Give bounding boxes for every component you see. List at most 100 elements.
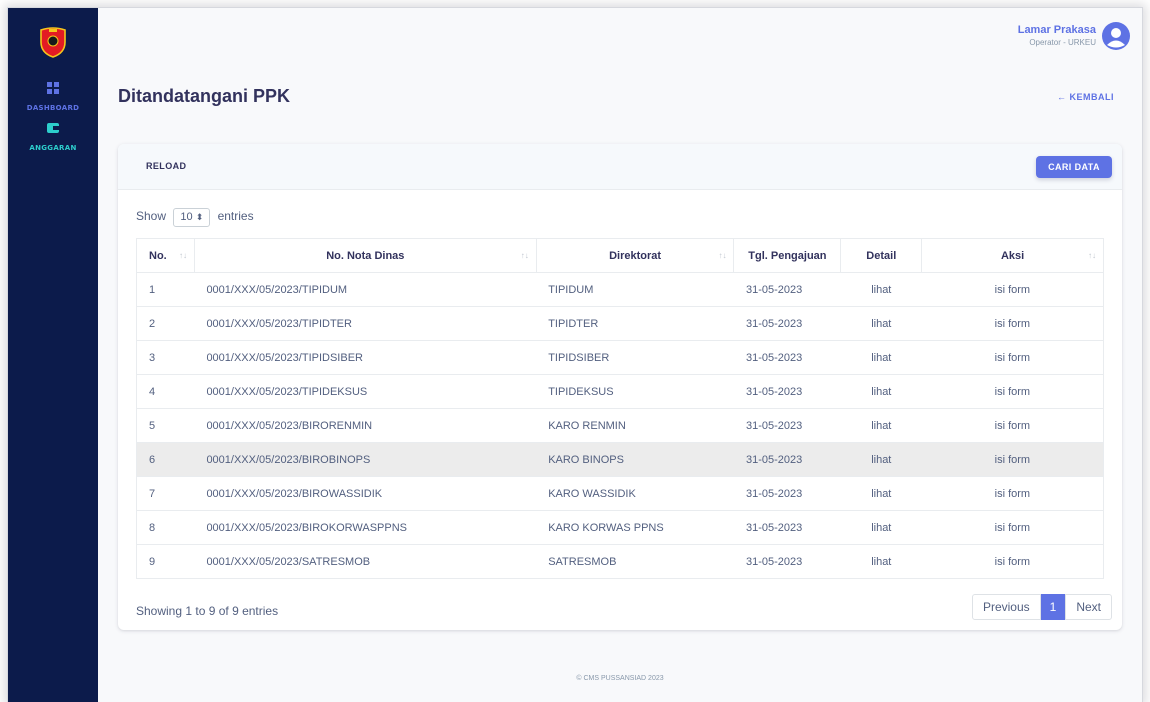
- row-tanggal: 31-05-2023: [733, 272, 841, 307]
- row-detail-link[interactable]: lihat: [840, 510, 922, 545]
- sort-icon: ↑↓: [178, 251, 187, 260]
- row-number: 4: [136, 374, 195, 409]
- table-info: Showing 1 to 9 of 9 entries: [136, 604, 279, 618]
- entries-length-control: Show 10 ⬍ entries: [136, 208, 254, 227]
- pagination-previous-button[interactable]: Previous: [971, 594, 1041, 620]
- row-nota-dinas: 0001/XXX/05/2023/TIPIDSIBER: [194, 340, 537, 375]
- entries-select[interactable]: 10 ⬍: [173, 208, 211, 227]
- row-aksi-link[interactable]: isi form: [921, 340, 1104, 375]
- row-nota-dinas: 0001/XXX/05/2023/BIROBINOPS: [194, 442, 537, 477]
- column-header-nota[interactable]: No. Nota Dinas ↑↓: [193, 238, 537, 273]
- table-row: 4 0001/XXX/05/2023/TIPIDEKSUS TIPIDEKSUS 31…: [136, 374, 1104, 409]
- column-header-direktorat[interactable]: Direktorat ↑↓: [535, 238, 735, 273]
- row-tanggal: 31-05-2023: [733, 442, 841, 477]
- back-link[interactable]: ← KEMBALI: [1057, 92, 1114, 102]
- table-row: 2 0001/XXX/05/2023/TIPIDTER TIPIDTER 31-05-…: [136, 306, 1104, 341]
- app-window: DASHBOARD ANGGARAN Lamar Prakasa Operato…: [8, 8, 1142, 702]
- column-header-tgl[interactable]: Tgl. Pengajuan: [733, 238, 842, 273]
- row-tanggal: 31-05-2023: [733, 340, 841, 375]
- row-aksi-link[interactable]: isi form: [921, 374, 1104, 409]
- sidebar: DASHBOARD ANGGARAN: [8, 8, 98, 702]
- row-detail-link[interactable]: lihat: [840, 374, 922, 409]
- row-number: 7: [136, 476, 195, 511]
- search-data-button[interactable]: CARI DATA: [1036, 156, 1112, 178]
- row-nota-dinas: 0001/XXX/05/2023/BIROWASSIDIK: [194, 476, 537, 511]
- row-tanggal: 31-05-2023: [733, 374, 841, 409]
- row-direktorat: TIPIDTER: [536, 306, 734, 341]
- data-card: RELOAD CARI DATA Show 10 ⬍ entries No. ↑↓…: [118, 144, 1122, 630]
- pagination-page-button[interactable]: 1: [1040, 594, 1066, 620]
- table-row: 8 0001/XXX/05/2023/BIROKORWASPPNS KARO KOR…: [136, 510, 1104, 545]
- row-aksi-link[interactable]: isi form: [921, 272, 1104, 307]
- row-direktorat: KARO WASSIDIK: [536, 476, 734, 511]
- row-nota-dinas: 0001/XXX/05/2023/BIROKORWASPPNS: [194, 510, 537, 545]
- sidebar-item-anggaran[interactable]: ANGGARAN: [8, 122, 98, 155]
- police-emblem-logo: [40, 27, 66, 58]
- row-number: 6: [136, 442, 195, 477]
- row-tanggal: 31-05-2023: [733, 544, 841, 579]
- row-detail-link[interactable]: lihat: [840, 272, 922, 307]
- row-aksi-link[interactable]: isi form: [921, 544, 1104, 579]
- row-aksi-link[interactable]: isi form: [921, 442, 1104, 477]
- row-nota-dinas: 0001/XXX/05/2023/TIPIDUM: [194, 272, 537, 307]
- user-name[interactable]: Lamar Prakasa: [1018, 24, 1096, 36]
- wallet-icon: [47, 123, 59, 133]
- row-direktorat: TIPIDSIBER: [536, 340, 734, 375]
- table-row: 9 0001/XXX/05/2023/SATRESMOB SATRESMOB 31-0…: [136, 544, 1104, 579]
- row-direktorat: TIPIDEKSUS: [536, 374, 734, 409]
- footer-copyright: © CMS PUSSANSIAD 2023: [576, 675, 664, 682]
- row-number: 9: [136, 544, 195, 579]
- row-number: 5: [136, 408, 195, 443]
- row-tanggal: 31-05-2023: [733, 306, 841, 341]
- sidebar-item-label: ANGGARAN: [29, 144, 77, 152]
- card-header: RELOAD CARI DATA: [118, 144, 1122, 190]
- row-number: 3: [136, 340, 195, 375]
- top-navbar: Lamar Prakasa Operator - URKEU: [98, 8, 1142, 60]
- table-row: 6 0001/XXX/05/2023/BIROBINOPS KARO BINOPS 3…: [136, 442, 1104, 477]
- user-avatar-icon[interactable]: [1102, 22, 1130, 50]
- column-header-detail[interactable]: Detail: [840, 238, 923, 273]
- row-aksi-link[interactable]: isi form: [921, 510, 1104, 545]
- sort-icon: ↑↓: [1088, 251, 1096, 260]
- table-row: 7 0001/XXX/05/2023/BIROWASSIDIK KARO WASSI…: [136, 476, 1104, 511]
- row-number: 1: [136, 272, 195, 307]
- row-detail-link[interactable]: lihat: [840, 408, 922, 443]
- table-body: 1 0001/XXX/05/2023/TIPIDUM TIPIDUM 31-05-20…: [136, 272, 1104, 579]
- row-direktorat: KARO RENMIN: [536, 408, 734, 443]
- sort-icon: ↑↓: [718, 251, 727, 260]
- page-title: Ditandatangani PPK: [118, 86, 291, 106]
- table-row: 1 0001/XXX/05/2023/TIPIDUM TIPIDUM 31-05-20…: [136, 272, 1104, 307]
- row-tanggal: 31-05-2023: [733, 408, 841, 443]
- row-nota-dinas: 0001/XXX/05/2023/TIPIDEKSUS: [194, 374, 537, 409]
- row-direktorat: SATRESMOB: [536, 544, 734, 579]
- length-suffix: entries: [217, 209, 254, 223]
- table-row: 5 0001/XXX/05/2023/BIRORENMIN KARO RENMIN 3…: [136, 408, 1104, 443]
- table-row: 3 0001/XXX/05/2023/TIPIDSIBER TIPIDSIBER 31…: [136, 340, 1104, 375]
- row-aksi-link[interactable]: isi form: [921, 306, 1104, 341]
- data-table: No. ↑↓ No. Nota Dinas ↑↓ Direktorat ↑↓ Tgl.…: [136, 238, 1104, 579]
- row-detail-link[interactable]: lihat: [840, 544, 922, 579]
- pagination: Previous 1 Next: [971, 594, 1112, 620]
- row-tanggal: 31-05-2023: [733, 476, 841, 511]
- row-nota-dinas: 0001/XXX/05/2023/SATRESMOB: [194, 544, 537, 579]
- sort-icon: ↑↓: [520, 251, 529, 260]
- row-nota-dinas: 0001/XXX/05/2023/TIPIDTER: [194, 306, 537, 341]
- row-detail-link[interactable]: lihat: [840, 340, 922, 375]
- pagination-next-button[interactable]: Next: [1065, 594, 1112, 620]
- row-detail-link[interactable]: lihat: [840, 306, 922, 341]
- row-direktorat: KARO BINOPS: [536, 442, 734, 477]
- select-arrows-icon: ⬍: [195, 212, 204, 222]
- row-aksi-link[interactable]: isi form: [921, 408, 1104, 443]
- column-header-aksi[interactable]: Aksi ↑↓: [921, 238, 1104, 273]
- row-detail-link[interactable]: lihat: [840, 442, 922, 477]
- row-aksi-link[interactable]: isi form: [921, 476, 1104, 511]
- column-header-no[interactable]: No. ↑↓: [136, 238, 195, 273]
- user-role: Operator - URKEU: [1029, 38, 1096, 47]
- table-header-row: No. ↑↓ No. Nota Dinas ↑↓ Direktorat ↑↓ Tgl.…: [136, 238, 1104, 273]
- sidebar-item-dashboard[interactable]: DASHBOARD: [8, 82, 98, 115]
- length-prefix: Show: [136, 209, 167, 223]
- reload-button[interactable]: RELOAD: [146, 161, 186, 171]
- row-tanggal: 31-05-2023: [733, 510, 841, 545]
- row-direktorat: TIPIDUM: [536, 272, 734, 307]
- row-detail-link[interactable]: lihat: [840, 476, 922, 511]
